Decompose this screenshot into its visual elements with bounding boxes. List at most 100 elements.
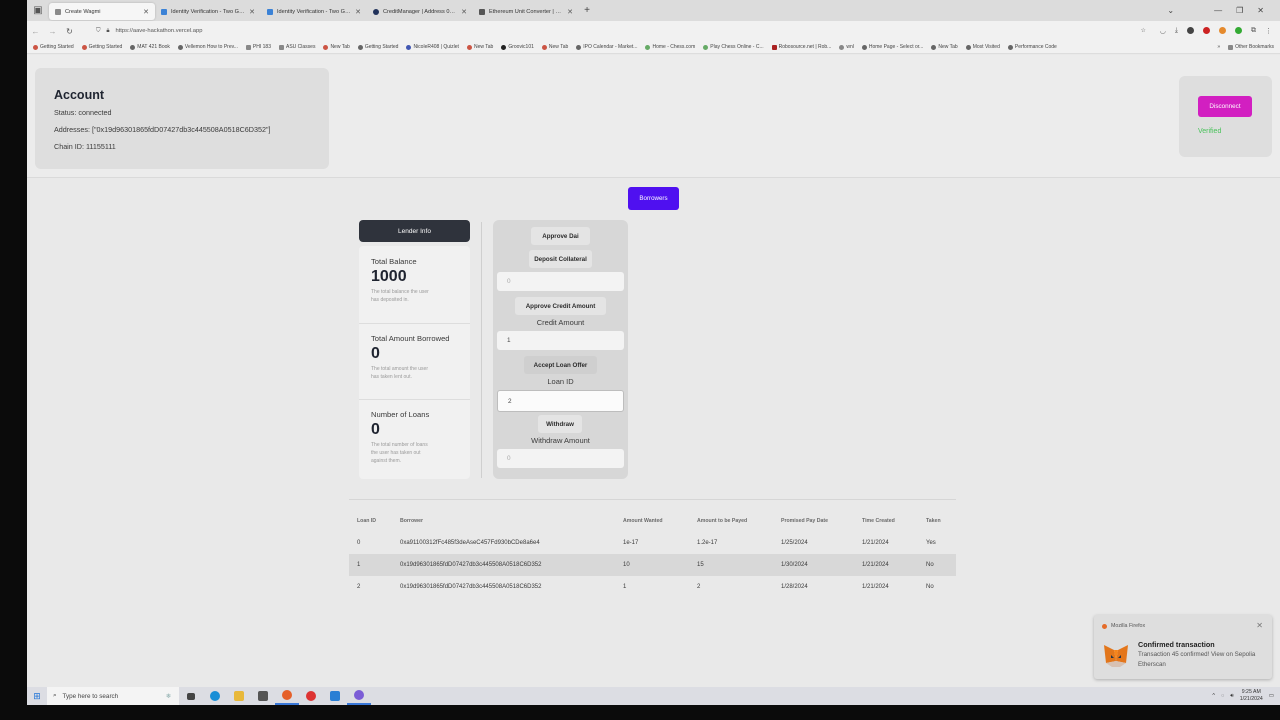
minimize-icon[interactable]: — [1214, 6, 1222, 15]
pay-date-cell: 1/28/2024 [781, 584, 808, 590]
column-header: Taken [926, 518, 941, 524]
deposit-collateral-button[interactable]: Deposit Collateral [529, 250, 592, 268]
close-icon[interactable]: ✕ [1256, 621, 1263, 630]
download-icon[interactable]: ⤓ [1175, 27, 1178, 35]
task-view-icon[interactable] [179, 687, 203, 705]
withdraw-button[interactable]: Withdraw [538, 415, 582, 433]
chevron-up-icon[interactable]: ^ [1212, 693, 1215, 699]
clock-date: 1/21/2024 [1239, 696, 1263, 702]
close-icon[interactable]: ✕ [143, 8, 149, 16]
bookmark-item[interactable]: New Tab [323, 44, 350, 50]
tab-credit-manager[interactable]: CreditManager | Address 0x5e... ✕ [367, 3, 473, 20]
chrome-icon[interactable] [299, 687, 323, 705]
volume-icon[interactable]: 🔊︎ [1230, 693, 1233, 700]
notifications-icon[interactable]: ▭ [1269, 693, 1274, 699]
ublock-icon[interactable] [1203, 27, 1210, 34]
lender-info-header[interactable]: Lender Info [359, 220, 470, 242]
column-divider [481, 222, 482, 478]
bookmark-item[interactable]: Performance Code [1007, 44, 1057, 50]
bookmark-item[interactable]: Home Page - Select or... [861, 44, 923, 50]
reload-icon[interactable]: ↻ [61, 27, 78, 36]
amount-payed-cell: 2 [697, 584, 701, 590]
notification-body: Transaction 45 confirmed! View on Sepoli… [1138, 651, 1256, 668]
bookmark-item[interactable]: Play Chess Online - C... [703, 44, 764, 50]
accept-loan-offer-button[interactable]: Accept Loan Offer [524, 356, 597, 374]
star-icon[interactable]: ☆ [1141, 28, 1152, 34]
borrowers-button[interactable]: Borrowers [628, 187, 679, 210]
bookmark-item[interactable]: New Tab [931, 44, 958, 50]
snowflake-icon: ❄ [165, 692, 171, 700]
discord-icon[interactable] [347, 687, 371, 705]
table-row[interactable]: 0 0xa91100312fFc485f3deAseC457Fd930bCDe8… [349, 532, 956, 554]
tab-create-wagmi[interactable]: Create Wagmi ✕ [49, 3, 155, 20]
back-icon[interactable]: ← [27, 27, 44, 36]
restore-icon[interactable]: ❐ [1236, 6, 1243, 15]
bookmark-item[interactable]: PHI 183 [245, 44, 271, 50]
chevron-down-icon[interactable]: ⌄ [1167, 6, 1174, 15]
bookmark-item[interactable]: Groovic101 [501, 44, 534, 50]
bookmark-item[interactable]: MAT 421 Book [130, 44, 170, 50]
clock[interactable]: 9:25 AM 1/21/2024 [1240, 689, 1263, 703]
bookmark-item[interactable]: New Tab [466, 44, 493, 50]
file-explorer-icon[interactable] [227, 687, 251, 705]
notification-toast[interactable]: Mozilla Firefox ✕ Confirmed transaction … [1094, 615, 1272, 679]
bookmark-item[interactable]: Robosource.net | Rob... [771, 44, 831, 50]
bookmark-item[interactable]: wnl [839, 44, 854, 50]
windows-start-icon[interactable]: ⊞ [27, 691, 47, 702]
close-icon[interactable]: ✕ [355, 8, 361, 16]
approve-dai-button[interactable]: Approve Dai [531, 227, 590, 245]
tab-eth-converter[interactable]: Ethereum Unit Converter | Ethe... ✕ [473, 3, 579, 20]
other-bookmarks[interactable]: Other Bookmarks [1228, 44, 1274, 50]
bookmark-item[interactable]: Getting Started [81, 44, 122, 50]
bookmark-item[interactable]: IPO Calendar - Market... [576, 44, 637, 50]
loan-id-cell: 0 [357, 540, 361, 546]
bookmark-item[interactable]: ASU Classes [278, 44, 315, 50]
extensions-icon[interactable]: ⧉ [1251, 27, 1256, 35]
close-icon[interactable]: ✕ [567, 8, 573, 16]
bookmark-item[interactable]: Most Visited [965, 44, 1000, 50]
edge-icon[interactable] [203, 687, 227, 705]
close-icon[interactable]: ✕ [249, 8, 255, 16]
taskbar-search[interactable]: ⌕ Type here to search ❄ [47, 687, 179, 705]
bookmark-item[interactable]: NicoleR408 | Quizlet [406, 44, 459, 50]
bookmark-item[interactable]: Getting Started [33, 44, 74, 50]
credit-amount-input[interactable]: 1 [497, 331, 624, 350]
tab-identity-2[interactable]: Identity Verification - Two Guys ✕ [261, 3, 367, 20]
disconnect-button[interactable]: Disconnect [1198, 96, 1252, 117]
firefox-icon[interactable] [275, 687, 299, 705]
tab-list-icon[interactable]: ▣ [27, 0, 49, 21]
notification-app: Mozilla Firefox [1102, 623, 1145, 629]
column-header: Time Created [862, 518, 895, 524]
extension-icon[interactable] [1187, 27, 1194, 34]
metamask-icon[interactable] [1219, 27, 1226, 34]
page-content: Account Status: connected Addresses: ["0… [27, 55, 1280, 687]
bookmark-item[interactable]: Home - Chess.com [645, 44, 695, 50]
bookmark-item[interactable]: New Tab [541, 44, 568, 50]
pocket-icon[interactable]: ◡ [1160, 27, 1166, 35]
tab-title: Identity Verification - Two Guys [171, 8, 246, 15]
network-icon[interactable]: ◌ [1221, 693, 1224, 699]
vscode-icon[interactable] [323, 687, 347, 705]
bookmark-item[interactable]: Vellemon How to Prev... [177, 44, 238, 50]
new-tab-icon[interactable]: + [579, 5, 595, 16]
page-icon [161, 8, 167, 15]
close-window-icon[interactable]: ✕ [1257, 6, 1264, 15]
loan-id-input[interactable]: 2 [497, 390, 624, 412]
extension-icon[interactable] [1235, 27, 1242, 34]
url-bar[interactable]: ⛉ 🔒︎ https://aave-hackathon.vercel.app ☆ [96, 24, 1152, 38]
column-header: Amount to be Payed [697, 518, 748, 524]
bookmark-item[interactable]: Getting Started [357, 44, 398, 50]
withdraw-amount-input[interactable]: 0 [497, 449, 624, 468]
store-icon[interactable] [251, 687, 275, 705]
close-icon[interactable]: ✕ [461, 8, 467, 16]
chevron-right-icon[interactable]: » [1217, 44, 1220, 50]
page-icon [267, 8, 273, 15]
table-row[interactable]: 1 0x19d96301865fdD07427db3c445508A0518C6… [349, 554, 956, 576]
collateral-input[interactable]: 0 [497, 272, 624, 291]
tab-identity-1[interactable]: Identity Verification - Two Guys ✕ [155, 3, 261, 20]
table-row[interactable]: 2 0x19d96301865fdD07427db3c445508A0518C6… [349, 576, 956, 598]
menu-icon[interactable]: ⋮ [1265, 27, 1272, 35]
forward-icon[interactable]: → [44, 27, 61, 36]
approve-credit-button[interactable]: Approve Credit Amount [515, 297, 606, 315]
loan-id-label: Loan ID [547, 377, 574, 386]
